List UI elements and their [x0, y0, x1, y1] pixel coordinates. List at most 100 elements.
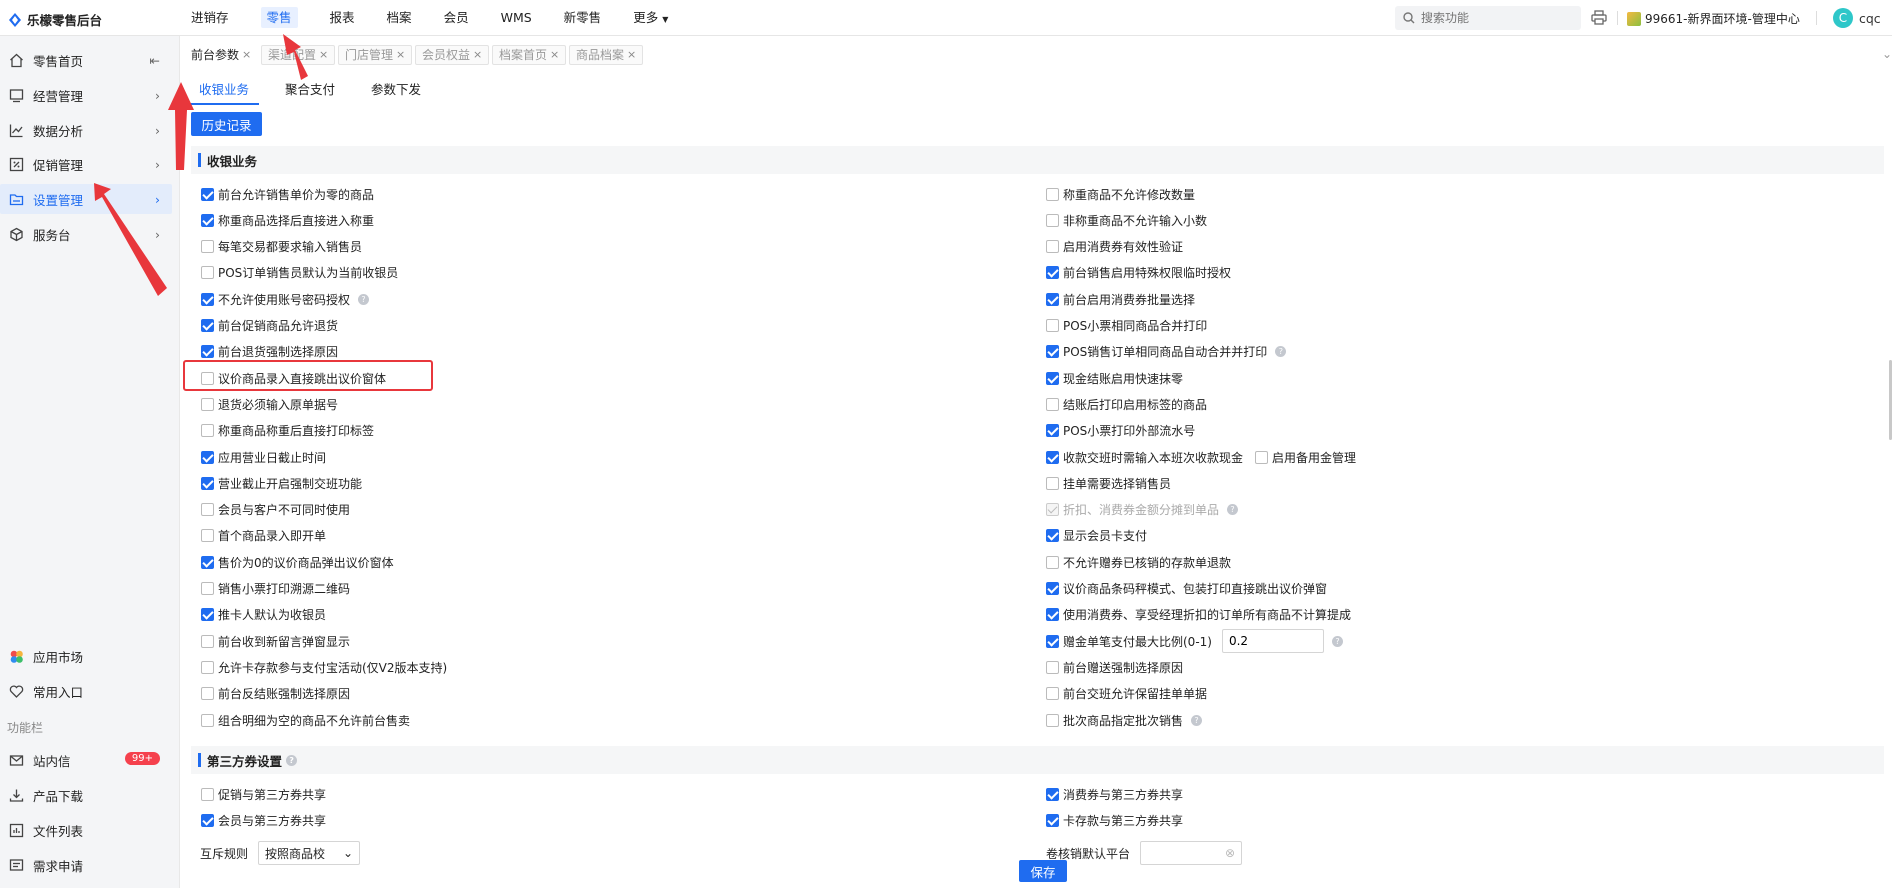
option-row[interactable]: 不允许使用账号密码授权?: [201, 289, 370, 309]
option-row[interactable]: 前台促销商品允许退货: [201, 316, 338, 336]
checkbox[interactable]: [1046, 266, 1059, 280]
checkbox[interactable]: [1046, 555, 1059, 569]
checkbox[interactable]: [1046, 319, 1059, 332]
option-row[interactable]: 促销与第三方券共享: [201, 784, 326, 804]
close-icon[interactable]: ×: [627, 45, 636, 65]
search-input[interactable]: [1421, 11, 1571, 25]
checkbox[interactable]: [201, 813, 214, 827]
option-row[interactable]: 不允许赠券已核销的存款单退款: [1046, 552, 1231, 572]
sidebar-item-requests[interactable]: 需求申请: [0, 850, 172, 880]
sidebar-item-service[interactable]: 服务台 ›: [0, 219, 172, 249]
checkbox[interactable]: [201, 292, 214, 306]
subtab-param-dispatch[interactable]: 参数下发: [353, 79, 439, 99]
option-row[interactable]: 前台反结账强制选择原因: [201, 684, 350, 704]
help-icon[interactable]: ?: [358, 293, 370, 305]
checkbox[interactable]: [201, 397, 214, 411]
option-row[interactable]: 首个商品录入即开单: [201, 526, 326, 546]
checkbox[interactable]: [1046, 713, 1059, 727]
nav-wms[interactable]: WMS: [485, 0, 548, 36]
checkbox[interactable]: [201, 424, 214, 438]
checkbox[interactable]: [1046, 371, 1059, 385]
option-row[interactable]: 启用消费券有效性验证: [1046, 237, 1183, 257]
checkbox[interactable]: [201, 687, 214, 701]
option-row[interactable]: 前台销售启用特殊权限临时授权: [1046, 263, 1231, 283]
checkbox[interactable]: [1046, 345, 1059, 359]
option-row[interactable]: 每笔交易都要求输入销售员: [201, 237, 362, 257]
sidebar-item-download[interactable]: 产品下载: [0, 780, 172, 810]
checkbox[interactable]: [201, 787, 214, 801]
option-row[interactable]: 消费券与第三方券共享: [1046, 784, 1183, 804]
option-row[interactable]: 使用消费券、享受经理折扣的订单所有商品不计算提成: [1046, 605, 1351, 625]
subtab-cashier[interactable]: 收银业务: [181, 79, 267, 105]
help-icon[interactable]: ?: [1331, 635, 1343, 647]
save-button[interactable]: 保存: [1019, 860, 1067, 882]
checkbox[interactable]: [1046, 424, 1059, 438]
checkbox[interactable]: [201, 450, 214, 464]
checkbox[interactable]: [1046, 660, 1059, 674]
printer-icon[interactable]: [1591, 10, 1607, 25]
option-row[interactable]: 会员与客户不可同时使用: [201, 500, 350, 520]
tab-member-rights[interactable]: 会员权益 ×: [415, 45, 490, 65]
option-row[interactable]: 结账后打印启用标签的商品: [1046, 394, 1207, 414]
help-icon[interactable]: ?: [1227, 504, 1239, 516]
option-row[interactable]: 前台交班允许保留挂单单据: [1046, 684, 1207, 704]
checkbox[interactable]: [1046, 687, 1059, 701]
option-row[interactable]: 前台赠送强制选择原因: [1046, 657, 1183, 677]
checkbox[interactable]: [1046, 397, 1059, 411]
nav-more[interactable]: 更多 ▼: [617, 0, 684, 36]
option-row[interactable]: 称重商品不允许修改数量: [1046, 184, 1195, 204]
user-menu[interactable]: C cqc: [1833, 8, 1881, 28]
option-row[interactable]: 收款交班时需输入本班次收款现金 启用备用金管理: [1046, 447, 1356, 467]
checkbox[interactable]: [1046, 187, 1059, 201]
checkbox[interactable]: [1046, 813, 1059, 827]
sidebar-item-files[interactable]: 文件列表: [0, 815, 172, 845]
option-row[interactable]: 应用营业日截止时间: [201, 447, 326, 467]
option-row[interactable]: POS订单销售员默认为当前收银员: [201, 263, 398, 283]
nav-report[interactable]: 报表: [314, 0, 371, 36]
checkbox[interactable]: [201, 713, 214, 727]
option-row[interactable]: 会员与第三方券共享: [201, 810, 326, 830]
option-row[interactable]: POS小票相同商品合并打印: [1046, 316, 1207, 336]
help-icon[interactable]: ?: [1275, 346, 1287, 358]
option-row[interactable]: POS小票打印外部流水号: [1046, 421, 1195, 441]
option-row[interactable]: 推卡人默认为收银员: [201, 605, 326, 625]
tab-archive-home[interactable]: 档案首页 ×: [492, 45, 567, 65]
checkbox[interactable]: [1046, 292, 1059, 306]
close-icon[interactable]: ×: [473, 45, 482, 65]
close-icon[interactable]: ×: [319, 45, 328, 65]
nav-archive[interactable]: 档案: [371, 0, 428, 36]
store-selector[interactable]: 99661-新界面环境-管理中心: [1627, 10, 1800, 27]
checkbox[interactable]: [201, 660, 214, 674]
close-icon[interactable]: ×: [242, 45, 251, 65]
tab-channel-config[interactable]: 渠道配置 ×: [261, 45, 336, 65]
mutex-rule-select[interactable]: 按照商品校 ⌄: [258, 841, 361, 865]
checkbox[interactable]: [201, 608, 214, 622]
option-row[interactable]: POS销售订单相同商品自动合并并打印?: [1046, 342, 1287, 362]
option-row[interactable]: 现金结账启用快速抹零: [1046, 368, 1183, 388]
search-box[interactable]: [1395, 6, 1581, 30]
tab-product-archive[interactable]: 商品档案 ×: [569, 45, 644, 65]
checkbox[interactable]: [201, 345, 214, 359]
option-row[interactable]: 议价商品条码秤模式、包装打印直接跳出议价弹窗: [1046, 579, 1327, 599]
help-icon[interactable]: ?: [1191, 714, 1203, 726]
sidebar-item-messages[interactable]: 站内信 99+: [0, 745, 172, 775]
checkbox[interactable]: [1046, 476, 1059, 490]
app-logo[interactable]: 乐檬零售后台: [8, 10, 102, 29]
sidebar-item-operation[interactable]: 经营管理 ›: [0, 80, 172, 110]
checkbox[interactable]: [201, 555, 214, 569]
sidebar-item-app-market[interactable]: 应用市场: [0, 641, 172, 671]
option-row[interactable]: 售价为0的议价商品弹出议价窗体: [201, 552, 394, 572]
option-row[interactable]: 前台允许销售单价为零的商品: [201, 184, 374, 204]
checkbox[interactable]: [1046, 608, 1059, 622]
option-row[interactable]: 非称重商品不允许输入小数: [1046, 210, 1207, 230]
option-row[interactable]: 销售小票打印溯源二维码: [201, 579, 350, 599]
checkbox[interactable]: [201, 634, 214, 648]
sidebar-item-settings[interactable]: 设置管理 ›: [0, 184, 172, 214]
checkbox[interactable]: [201, 476, 214, 490]
history-button[interactable]: 历史记录: [191, 112, 262, 136]
option-row[interactable]: 卡存款与第三方券共享: [1046, 810, 1183, 830]
option-row[interactable]: 挂单需要选择销售员: [1046, 473, 1171, 493]
checkbox[interactable]: [1046, 450, 1059, 464]
checkbox[interactable]: [201, 529, 214, 543]
close-icon[interactable]: ×: [396, 45, 405, 65]
